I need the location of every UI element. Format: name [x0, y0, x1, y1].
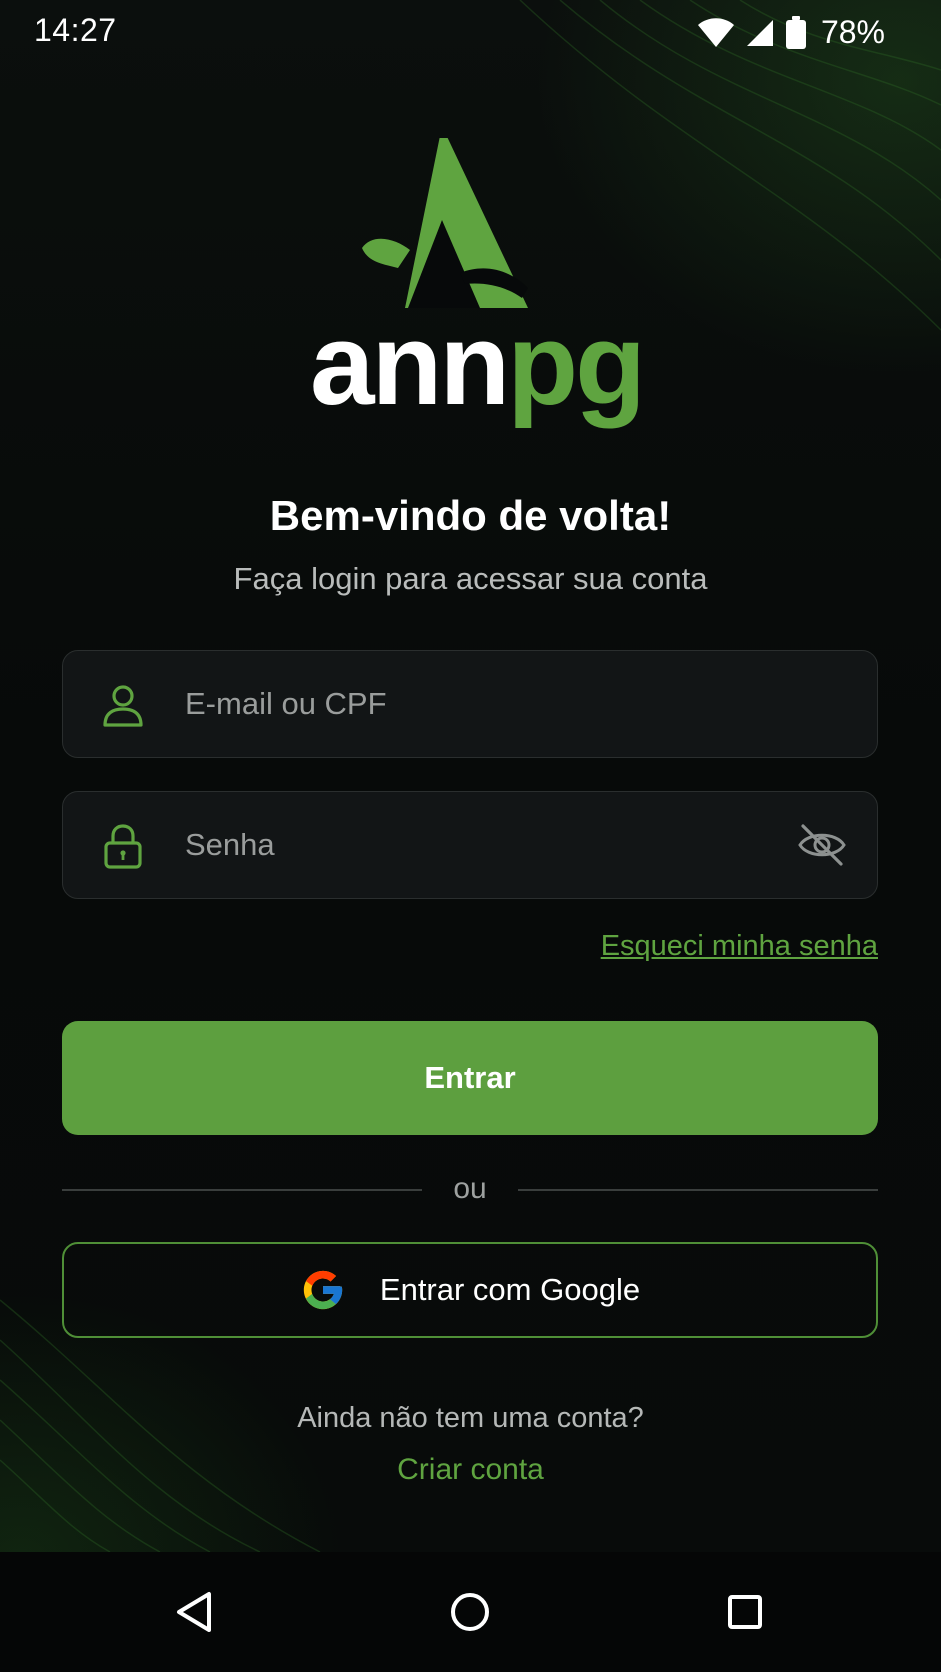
annpg-logo: annpg	[310, 138, 646, 438]
logo-mark	[362, 138, 528, 308]
battery-icon	[785, 15, 806, 49]
user-icon	[103, 685, 143, 727]
eye-off-icon[interactable]	[797, 822, 847, 868]
password-input[interactable]	[183, 792, 747, 898]
recents-icon[interactable]	[715, 1582, 775, 1642]
login-button-label: Entrar	[424, 1060, 516, 1095]
system-nav-bar	[0, 1552, 941, 1672]
wifi-icon	[697, 17, 734, 47]
password-field[interactable]	[62, 791, 878, 899]
status-icons: 78%	[697, 14, 885, 51]
logo-word-white: ann	[310, 299, 510, 429]
google-icon	[303, 1270, 343, 1310]
email-field[interactable]	[62, 650, 878, 758]
lock-icon	[104, 824, 142, 869]
cellular-signal-icon	[746, 19, 773, 46]
logo-wordmark: annpg	[310, 306, 646, 422]
google-login-button[interactable]: Entrar com Google	[62, 1242, 878, 1338]
signup-prompt: Ainda não tem uma conta?	[297, 1402, 644, 1434]
forgot-password-link[interactable]: Esqueci minha senha	[601, 930, 878, 963]
status-bar: 14:27 78%	[0, 0, 941, 68]
divider-label: ou	[453, 1172, 487, 1205]
logo-word-green: pg	[507, 299, 646, 429]
divider-line-left	[62, 1189, 422, 1191]
status-time: 14:27	[34, 12, 117, 48]
battery-percentage: 78%	[820, 14, 885, 50]
google-login-label: Entrar com Google	[379, 1272, 641, 1307]
divider-line-right	[518, 1189, 878, 1191]
back-icon[interactable]	[165, 1582, 225, 1642]
welcome-title: Bem-vindo de volta!	[269, 492, 672, 539]
login-button[interactable]: Entrar	[62, 1021, 878, 1135]
create-account-link[interactable]: Criar conta	[370, 1453, 571, 1487]
login-screen: 14:27 78% annpg Bem-vindo de volta! Faça…	[0, 0, 941, 1672]
welcome-subtitle: Faça login para acessar sua conta	[233, 561, 708, 596]
email-input[interactable]	[183, 651, 747, 757]
home-icon[interactable]	[440, 1582, 500, 1642]
